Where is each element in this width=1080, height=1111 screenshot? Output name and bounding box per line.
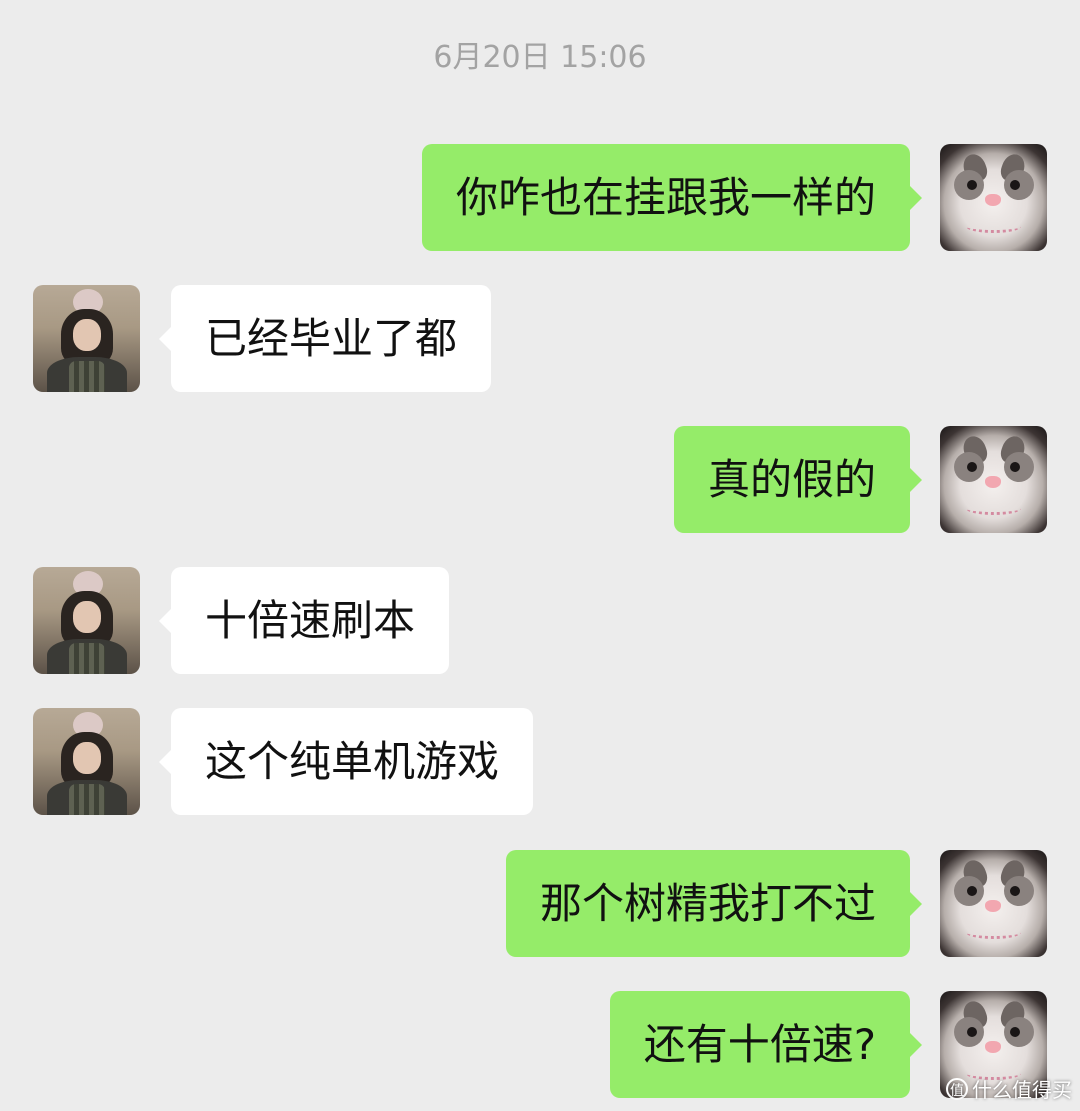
message-row: 还有十倍速? xyxy=(0,991,1080,1099)
message-bubble-outgoing[interactable]: 真的假的 xyxy=(673,426,923,533)
message-row: 那个树精我打不过 xyxy=(0,850,1080,958)
cat-avatar[interactable] xyxy=(940,850,1047,957)
message-bubble-outgoing[interactable]: 那个树精我打不过 xyxy=(505,850,923,957)
girl-avatar[interactable] xyxy=(33,285,140,392)
watermark-text: 什么值得买 xyxy=(972,1078,1072,1102)
message-bubble-incoming[interactable]: 这个纯单机游戏 xyxy=(158,708,534,815)
girl-avatar[interactable] xyxy=(33,708,140,815)
message-row: 已经毕业了都 xyxy=(0,285,1080,393)
chat-timestamp: 6月20日 15:06 xyxy=(433,40,647,75)
message-bubble-outgoing[interactable]: 你咋也在挂跟我一样的 xyxy=(421,144,923,251)
message-row: 这个纯单机游戏 xyxy=(0,708,1080,816)
message-bubble-incoming[interactable]: 十倍速刷本 xyxy=(158,567,450,674)
message-row: 你咋也在挂跟我一样的 xyxy=(0,144,1080,252)
cat-avatar[interactable] xyxy=(940,144,1047,251)
message-bubble-outgoing[interactable]: 还有十倍速? xyxy=(609,991,923,1098)
watermark: 值 什么值得买 xyxy=(946,1074,1072,1103)
girl-avatar[interactable] xyxy=(33,567,140,674)
message-row: 十倍速刷本 xyxy=(0,567,1080,675)
message-row: 真的假的 xyxy=(0,426,1080,534)
value-icon: 值 xyxy=(946,1077,968,1100)
cat-avatar[interactable] xyxy=(940,426,1047,533)
message-bubble-incoming[interactable]: 已经毕业了都 xyxy=(158,285,492,392)
